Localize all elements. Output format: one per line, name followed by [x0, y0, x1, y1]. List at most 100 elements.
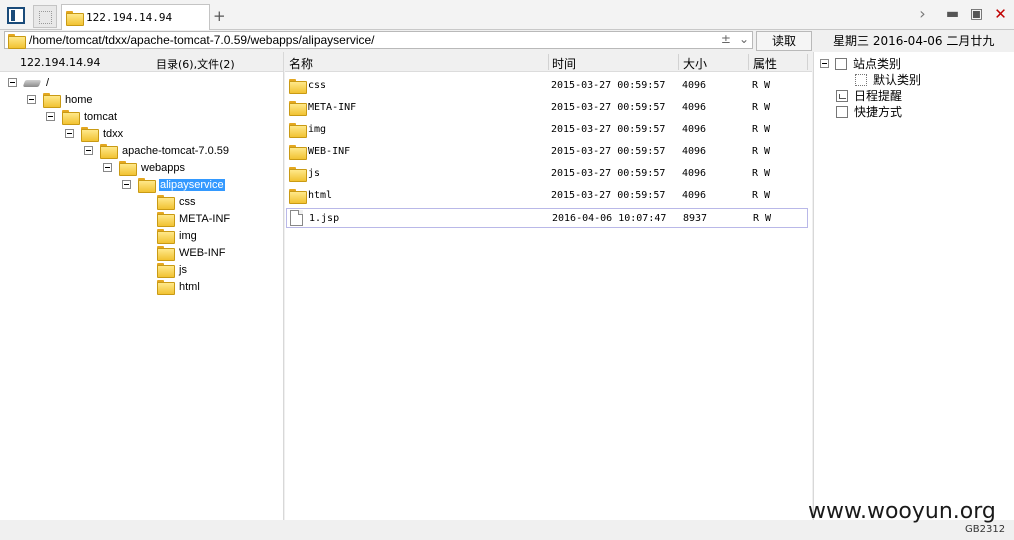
table-row[interactable]: 1.jsp 2016-04-06 10:07:47 8937 R W — [286, 208, 808, 228]
folder-icon — [289, 167, 307, 182]
folder-icon — [289, 79, 307, 94]
file-icon — [290, 210, 303, 226]
tree-node-label: js — [179, 263, 187, 276]
file-time: 2015-03-27 00:59:57 — [551, 190, 666, 201]
file-time: 2015-03-27 00:59:57 — [551, 146, 666, 157]
default-category-node[interactable]: 默认类别 — [855, 71, 921, 88]
file-time: 2015-03-27 00:59:57 — [551, 80, 666, 91]
file-size: 4096 — [682, 146, 707, 157]
file-time: 2015-03-27 00:59:57 — [551, 168, 666, 179]
shortcuts-node[interactable]: 快捷方式 — [836, 103, 902, 120]
shortcut-icon — [836, 105, 848, 118]
folder-icon — [8, 33, 26, 49]
folder-icon — [157, 263, 175, 278]
folder-icon — [62, 110, 80, 125]
file-size: 4096 — [682, 102, 707, 113]
host-label: 122.194.14.94 — [20, 56, 101, 69]
tree-node-home[interactable]: home — [27, 91, 94, 108]
collapse-icon[interactable] — [103, 163, 112, 172]
collapse-icon[interactable] — [122, 180, 131, 189]
category-icon — [855, 73, 867, 86]
tree-node-label: html — [179, 280, 200, 293]
tree-node-css[interactable]: css — [157, 193, 197, 210]
tree-node-webapps[interactable]: webapps — [103, 159, 186, 176]
file-list: 名称 时间 大小 属性 css 2015-03-27 00:59:57 4096… — [285, 52, 812, 520]
tree-node-apache-tomcat[interactable]: apache-tomcat-7.0.59 — [84, 142, 230, 159]
default-category-label: 默认类别 — [873, 73, 922, 87]
tree-node-tdxx[interactable]: tdxx — [65, 125, 124, 142]
address-field[interactable]: /home/tomcat/tdxx/apache-tomcat-7.0.59/w… — [4, 31, 753, 49]
file-attr: R W — [752, 168, 771, 179]
folder-icon — [138, 178, 156, 193]
close-icon[interactable]: ✕ — [993, 5, 1008, 23]
column-attr[interactable]: 属性 — [753, 55, 777, 72]
shortcuts-label: 快捷方式 — [854, 105, 903, 119]
chevron-down-icon[interactable]: ⌄ — [739, 32, 749, 46]
read-button[interactable]: 读取 — [756, 31, 812, 51]
tab-active[interactable]: 122.194.14.94 — [61, 4, 210, 30]
pin-icon[interactable]: ± — [721, 32, 731, 46]
tree-node-img[interactable]: img — [157, 227, 198, 244]
collapse-icon[interactable] — [65, 129, 74, 138]
tree-node-meta-inf[interactable]: META-INF — [157, 210, 231, 227]
file-time: 2015-03-27 00:59:57 — [551, 124, 666, 135]
file-name: img — [308, 124, 327, 135]
tree-node-label: tdxx — [103, 127, 124, 140]
chevron-right-icon[interactable]: › — [915, 4, 930, 23]
column-name[interactable]: 名称 — [289, 55, 313, 72]
folder-icon — [289, 145, 307, 160]
encoding-label: GB2312 — [965, 524, 1006, 535]
site-category-node[interactable]: 站点类别 — [820, 55, 901, 72]
folder-icon — [157, 280, 175, 295]
file-attr: R W — [752, 146, 771, 157]
tree-node-label-selected: alipayservice — [159, 178, 225, 191]
collapse-icon[interactable] — [46, 112, 55, 121]
collapse-icon[interactable] — [8, 78, 17, 87]
dir-file-count: 目录(6),文件(2) — [156, 58, 235, 71]
address-actions: ± ⌄ — [721, 32, 749, 46]
tree-node-alipayservice[interactable]: alipayservice — [122, 176, 225, 193]
maximize-icon[interactable]: ▣ — [969, 6, 984, 22]
add-tab-button[interactable]: + — [213, 7, 226, 25]
table-row[interactable]: html 2015-03-27 00:59:57 4096 R W — [286, 186, 808, 206]
list-header: 名称 时间 大小 属性 — [285, 52, 812, 72]
file-name: 1.jsp — [309, 213, 340, 224]
file-size: 4096 — [682, 80, 707, 91]
file-name: WEB-INF — [308, 146, 351, 157]
collapse-icon[interactable] — [820, 59, 829, 68]
tree-node-label: tomcat — [84, 110, 118, 123]
app-panel-icon[interactable] — [7, 7, 25, 24]
collapse-icon[interactable] — [27, 95, 36, 104]
file-attr: R W — [752, 102, 771, 113]
address-path[interactable]: /home/tomcat/tdxx/apache-tomcat-7.0.59/w… — [29, 33, 375, 47]
window-controls: › ▬ ▣ ✕ — [915, 4, 1008, 23]
tree-node-html[interactable]: html — [157, 278, 201, 295]
collapse-icon[interactable] — [84, 146, 93, 155]
table-row[interactable]: js 2015-03-27 00:59:57 4096 R W — [286, 164, 808, 184]
folder-icon — [43, 93, 61, 108]
column-time[interactable]: 时间 — [552, 55, 576, 72]
schedule-node[interactable]: 日程提醒 — [836, 87, 902, 104]
table-row[interactable]: META-INF 2015-03-27 00:59:57 4096 R W — [286, 98, 808, 118]
tree-node-web-inf[interactable]: WEB-INF — [157, 244, 226, 261]
calendar-icon — [836, 89, 848, 102]
category-icon — [835, 57, 847, 70]
tree-node-label: apache-tomcat-7.0.59 — [122, 144, 230, 157]
tab-bar: 122.194.14.94 + › ▬ ▣ ✕ — [0, 0, 1014, 30]
file-size: 8937 — [683, 213, 708, 224]
folder-icon — [66, 11, 84, 26]
tree-node-js[interactable]: js — [157, 261, 188, 278]
folder-icon — [289, 189, 307, 204]
folder-icon — [289, 101, 307, 116]
table-row[interactable]: css 2015-03-27 00:59:57 4096 R W — [286, 76, 808, 96]
folder-icon — [119, 161, 137, 176]
file-attr: R W — [752, 124, 771, 135]
blank-tab-icon[interactable] — [33, 5, 57, 28]
table-row[interactable]: img 2015-03-27 00:59:57 4096 R W — [286, 120, 808, 140]
column-size[interactable]: 大小 — [683, 55, 707, 72]
tree-node-tomcat[interactable]: tomcat — [46, 108, 118, 125]
tree-node-root[interactable]: / — [8, 74, 50, 91]
table-row[interactable]: WEB-INF 2015-03-27 00:59:57 4096 R W — [286, 142, 808, 162]
file-name: js — [308, 168, 321, 179]
minimize-icon[interactable]: ▬ — [945, 6, 960, 22]
